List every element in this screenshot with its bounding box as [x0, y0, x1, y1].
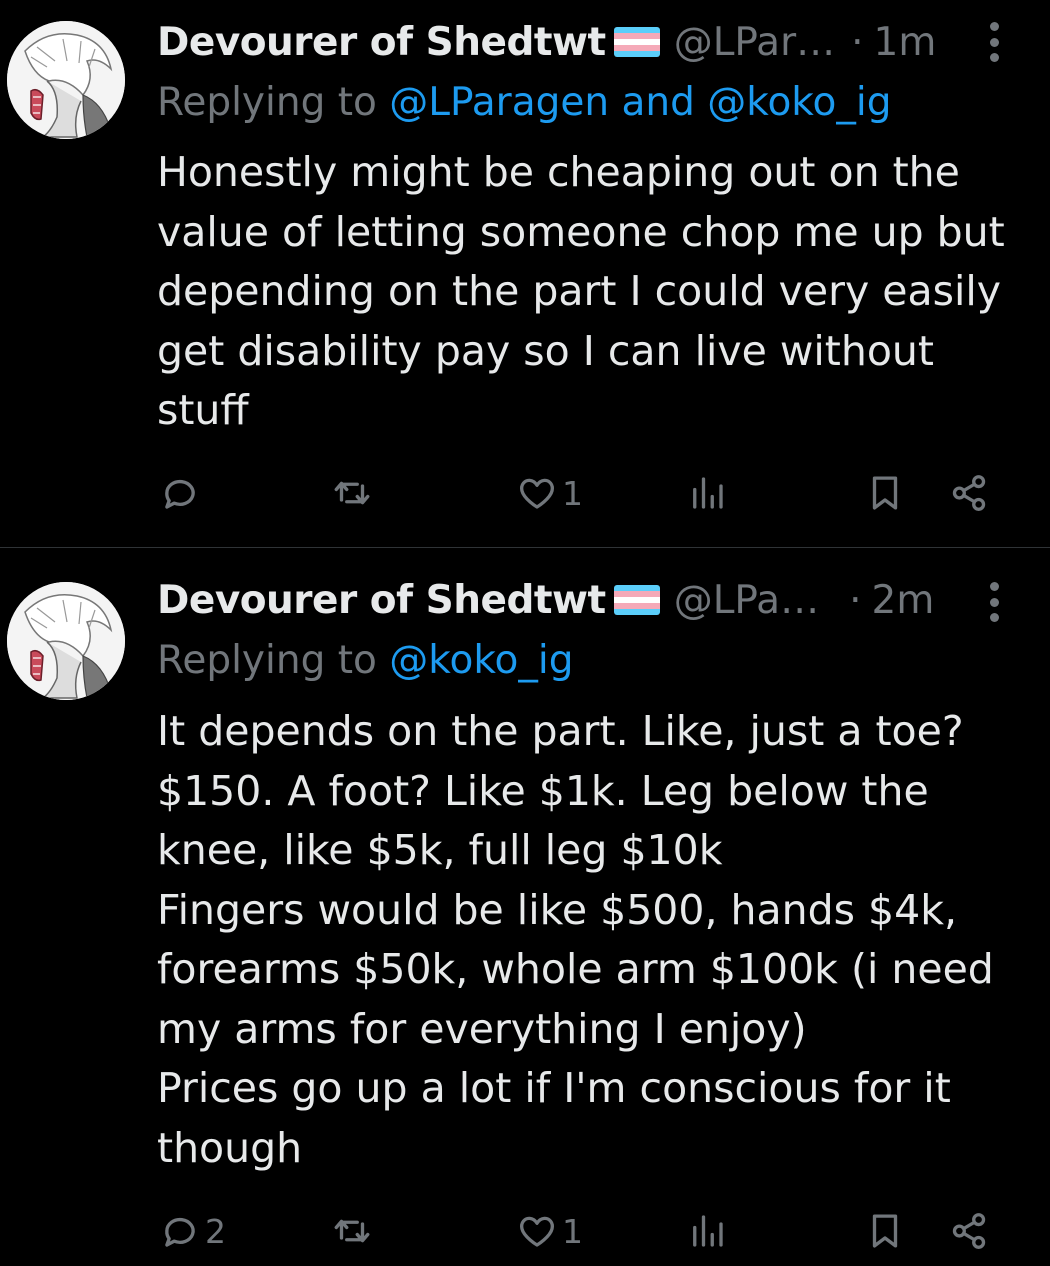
share-icon [948, 1210, 990, 1252]
tweet-1[interactable]: Devourer of Shedtwt @LPar… · 1m Replying… [0, 0, 1050, 548]
like-icon [516, 1210, 558, 1252]
reply-button[interactable] [159, 463, 205, 523]
like-count: 1 [562, 1211, 583, 1251]
trans-flag-icon [613, 27, 660, 57]
timestamp[interactable]: 1m [874, 20, 937, 65]
retweet-icon [331, 1210, 373, 1252]
retweet-button[interactable] [331, 1201, 373, 1261]
mention-conjunction: and [609, 80, 708, 125]
replying-to: Replying to @koko_ig [157, 638, 573, 683]
share-button[interactable] [948, 1201, 990, 1261]
bookmark-button[interactable] [864, 1201, 906, 1261]
tweet-actions: 2 1 [0, 1201, 1050, 1261]
tweet-header: Devourer of Shedtwt @LPa… · 2m [157, 575, 934, 625]
replying-prefix: Replying to [157, 80, 390, 125]
like-button[interactable]: 1 [516, 1201, 583, 1261]
reply-button[interactable]: 2 [159, 1201, 226, 1261]
replying-to: Replying to @LParagen and @koko_ig [157, 80, 891, 125]
mention-link[interactable]: @koko_ig [389, 638, 573, 683]
reply-count: 2 [205, 1211, 226, 1251]
author-handle[interactable]: @LPar… [674, 20, 835, 65]
more-options-icon[interactable] [986, 22, 1002, 62]
retweet-icon [331, 472, 373, 514]
reply-icon [159, 1210, 201, 1252]
tweet-text: Honestly might be cheaping out on the va… [157, 148, 1005, 434]
trans-flag-icon [613, 585, 660, 615]
bookmark-icon [864, 472, 906, 514]
share-button[interactable] [948, 463, 990, 523]
avatar[interactable] [7, 582, 125, 700]
views-button[interactable] [686, 1201, 728, 1261]
reply-icon [159, 472, 201, 514]
bookmark-button[interactable] [864, 463, 906, 523]
mention-link[interactable]: @koko_ig [707, 80, 891, 125]
like-button[interactable]: 1 [516, 463, 583, 523]
author-name[interactable]: Devourer of Shedtwt [157, 20, 606, 65]
views-button[interactable] [686, 463, 728, 523]
share-icon [948, 472, 990, 514]
like-count: 1 [562, 473, 583, 513]
views-icon [686, 472, 728, 514]
author-handle[interactable]: @LPa… [674, 578, 819, 623]
tweet-divider [0, 547, 1050, 548]
replying-prefix: Replying to [157, 638, 390, 683]
author-name[interactable]: Devourer of Shedtwt [157, 578, 606, 623]
timestamp[interactable]: 2m [872, 578, 935, 623]
more-options-icon[interactable] [986, 582, 1002, 622]
retweet-button[interactable] [331, 463, 373, 523]
separator-dot: · [849, 577, 862, 623]
tweet-2[interactable]: Devourer of Shedtwt @LPa… · 2m Replying … [0, 549, 1050, 1266]
tweet-actions: 1 [0, 463, 1050, 523]
avatar[interactable] [7, 21, 125, 139]
like-icon [516, 472, 558, 514]
tweet-text: It depends on the part. Like, just a toe… [157, 707, 994, 1172]
mention-link[interactable]: @LParagen [389, 80, 609, 125]
tweet-header: Devourer of Shedtwt @LPar… · 1m [157, 17, 936, 67]
views-icon [686, 1210, 728, 1252]
bookmark-icon [864, 1210, 906, 1252]
separator-dot: · [851, 19, 864, 65]
